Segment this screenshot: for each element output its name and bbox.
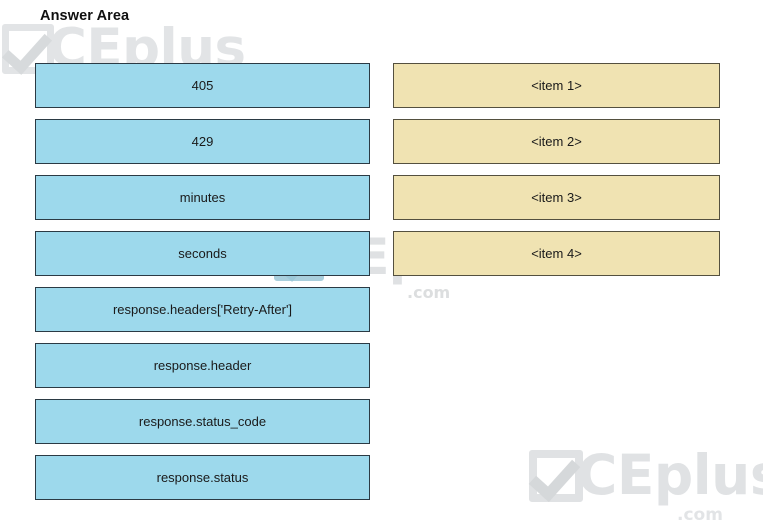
watermark-bottom-right: CEplus .com — [528, 443, 763, 524]
draggable-option[interactable]: 429 — [35, 119, 370, 164]
drop-target-list: <item 1> <item 2> <item 3> <item 4> — [393, 63, 720, 276]
draggable-option[interactable]: response.status_code — [35, 399, 370, 444]
answer-area-screen: CEplus .com CEplus .com CEplus .com Answ… — [0, 0, 763, 524]
draggable-option[interactable]: response.header — [35, 343, 370, 388]
drop-target-slot[interactable]: <item 4> — [393, 231, 720, 276]
draggable-option[interactable]: response.headers['Retry-After'] — [35, 287, 370, 332]
drop-target-slot[interactable]: <item 3> — [393, 175, 720, 220]
watermark-text: CEplus — [577, 443, 763, 507]
checkmark-icon — [528, 448, 583, 502]
page-title: Answer Area — [40, 8, 130, 24]
draggable-option[interactable]: response.status — [35, 455, 370, 500]
watermark-suffix: .com — [407, 283, 451, 302]
drop-target-slot[interactable]: <item 1> — [393, 63, 720, 108]
source-options-list: 405 429 minutes seconds response.headers… — [35, 63, 370, 500]
draggable-option[interactable]: seconds — [35, 231, 370, 276]
drop-target-slot[interactable]: <item 2> — [393, 119, 720, 164]
watermark-suffix: .com — [677, 505, 723, 524]
draggable-option[interactable]: minutes — [35, 175, 370, 220]
draggable-option[interactable]: 405 — [35, 63, 370, 108]
